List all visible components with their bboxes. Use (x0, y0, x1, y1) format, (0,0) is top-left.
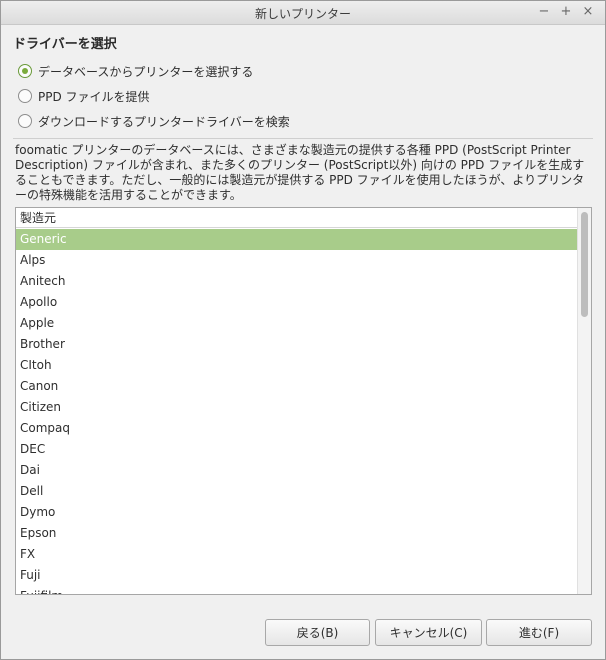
option-database-label[interactable]: データベースからプリンターを選択する (38, 63, 253, 80)
scrollbar-thumb[interactable] (581, 212, 588, 317)
list-item[interactable]: Apple (16, 313, 577, 334)
manufacturer-list[interactable]: 製造元 Generic Alps Anitech Apollo Apple Brother… (15, 207, 592, 595)
list-item[interactable]: DEC (16, 439, 577, 460)
minimize-button[interactable]: − (537, 4, 551, 20)
separator (13, 138, 593, 139)
option-ppd-file-label[interactable]: PPD ファイルを提供 (38, 88, 150, 105)
list-item[interactable]: FX (16, 544, 577, 565)
forward-button[interactable]: 進む(F) (486, 619, 592, 646)
list-body: Generic Alps Anitech Apollo Apple Brother CIto… (16, 229, 577, 594)
title-bar[interactable]: 新しいプリンター − + × (1, 1, 605, 25)
close-button[interactable]: × (581, 4, 595, 20)
list-item[interactable]: Dymo (16, 502, 577, 523)
list-column-header[interactable]: 製造元 (16, 208, 577, 228)
window-title: 新しいプリンター (254, 7, 351, 21)
new-printer-dialog: 新しいプリンター − + × ドライバーを選択 データベースからプリンターを選択… (0, 0, 606, 660)
list-item[interactable]: Fuji (16, 565, 577, 586)
list-item[interactable]: Brother (16, 334, 577, 355)
list-item[interactable]: Fujifilm (16, 586, 577, 594)
back-button[interactable]: 戻る(B) (265, 619, 370, 646)
list-item[interactable]: Anitech (16, 271, 577, 292)
list-item[interactable]: Alps (16, 250, 577, 271)
option-download[interactable]: ダウンロードするプリンタードライバーを検索 (18, 112, 290, 130)
cancel-button[interactable]: キャンセル(C) (375, 619, 482, 646)
radio-database[interactable] (18, 64, 32, 78)
list-item[interactable]: Dai (16, 460, 577, 481)
list-item[interactable]: Canon (16, 376, 577, 397)
description-text: foomatic プリンターのデータベースには、さまざまな製造元の提供する各種 … (15, 143, 585, 202)
list-item[interactable]: CItoh (16, 355, 577, 376)
option-database[interactable]: データベースからプリンターを選択する (18, 62, 253, 80)
list-item[interactable]: Apollo (16, 292, 577, 313)
radio-ppd-file[interactable] (18, 89, 32, 103)
list-item[interactable]: Epson (16, 523, 577, 544)
maximize-button[interactable]: + (559, 4, 573, 20)
option-ppd-file[interactable]: PPD ファイルを提供 (18, 87, 150, 105)
option-download-label[interactable]: ダウンロードするプリンタードライバーを検索 (38, 113, 290, 130)
list-item[interactable]: Generic (16, 229, 577, 250)
list-item[interactable]: Citizen (16, 397, 577, 418)
list-item[interactable]: Compaq (16, 418, 577, 439)
list-scrollbar[interactable] (577, 208, 591, 594)
page-heading: ドライバーを選択 (13, 37, 117, 52)
radio-download[interactable] (18, 114, 32, 128)
list-item[interactable]: Dell (16, 481, 577, 502)
